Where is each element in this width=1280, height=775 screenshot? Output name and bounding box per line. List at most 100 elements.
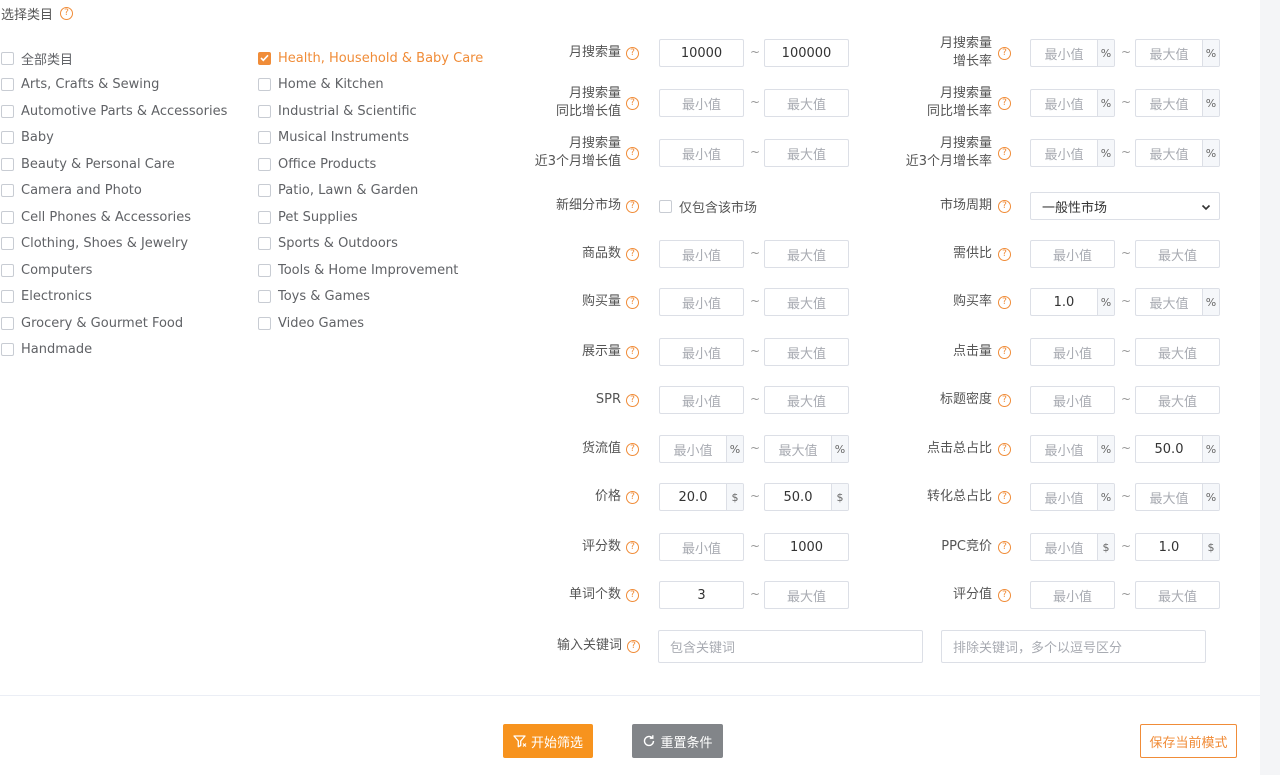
max-input[interactable]: 1000 (764, 533, 849, 561)
help-icon[interactable]: ? (626, 346, 639, 359)
category-checkbox[interactable] (1, 131, 14, 144)
category-checkbox[interactable] (258, 131, 271, 144)
category-checkbox[interactable] (258, 237, 271, 250)
category-checkbox[interactable] (1, 51, 14, 65)
category-checkbox[interactable] (258, 263, 271, 277)
category-checkbox[interactable] (1, 263, 14, 277)
category-item[interactable]: Office Products (258, 155, 376, 173)
reset-button[interactable]: 重置条件 (632, 724, 723, 758)
market-cycle-select[interactable]: 一般性市场 (1030, 192, 1220, 220)
min-input[interactable]: 最小值% (1030, 483, 1115, 511)
min-input[interactable]: 最小值 (659, 240, 744, 268)
help-icon[interactable]: ? (626, 147, 639, 160)
help-icon[interactable]: ? (998, 541, 1011, 554)
max-input[interactable]: 最大值 (1135, 338, 1220, 366)
category-checkbox[interactable] (258, 210, 271, 224)
help-icon[interactable]: ? (626, 296, 639, 309)
max-input[interactable]: 最大值 (764, 288, 849, 316)
category-item[interactable]: Musical Instruments (258, 129, 409, 147)
help-icon[interactable]: ? (626, 541, 639, 554)
min-input[interactable]: 最小值 (659, 386, 744, 414)
category-item[interactable]: Beauty & Personal Care (1, 155, 175, 173)
min-input[interactable]: 3 (659, 581, 744, 609)
category-item[interactable]: Pet Supplies (258, 208, 358, 226)
category-checkbox[interactable] (1, 104, 14, 118)
max-input[interactable]: 最大值 (764, 139, 849, 167)
max-input[interactable]: 1.0 $ (1135, 533, 1220, 561)
category-item[interactable]: Patio, Lawn & Garden (258, 182, 418, 200)
max-input[interactable]: 最大值 (764, 386, 849, 414)
category-checkbox[interactable] (1, 157, 14, 171)
checkbox[interactable] (659, 200, 672, 213)
help-icon[interactable]: ? (998, 47, 1011, 60)
category-checkbox[interactable] (1, 290, 14, 303)
category-item[interactable]: Electronics (1, 288, 92, 306)
category-checkbox[interactable] (258, 104, 271, 118)
help-icon[interactable]: ? (998, 248, 1011, 261)
max-input[interactable]: 最大值% (1135, 139, 1220, 167)
category-item[interactable]: Health, Household & Baby Care (258, 49, 483, 67)
help-icon[interactable]: ? (998, 443, 1011, 456)
min-input[interactable]: 最小值 (1030, 338, 1115, 366)
help-icon[interactable]: ? (626, 589, 639, 602)
help-icon[interactable]: ? (998, 346, 1011, 359)
category-item[interactable]: Home & Kitchen (258, 76, 384, 94)
max-input[interactable]: 最大值 (1135, 581, 1220, 609)
category-item[interactable]: Clothing, Shoes & Jewelry (1, 235, 188, 253)
category-item[interactable]: Baby (1, 129, 54, 147)
category-checkbox[interactable] (1, 316, 14, 330)
category-checkbox[interactable] (258, 157, 271, 171)
category-item[interactable]: Handmade (1, 341, 92, 359)
max-input[interactable]: 最大值 (764, 338, 849, 366)
min-input[interactable]: 最小值 (659, 533, 744, 561)
help-icon[interactable]: ? (998, 491, 1011, 504)
min-input[interactable]: 1.0% (1030, 288, 1115, 316)
category-item[interactable]: Sports & Outdoors (258, 235, 398, 253)
help-icon[interactable]: ? (626, 394, 639, 407)
min-input[interactable]: 20.0 $ (659, 483, 744, 511)
max-input[interactable]: 最大值% (1135, 89, 1220, 117)
category-checkbox[interactable] (258, 78, 271, 91)
category-item[interactable]: Computers (1, 261, 92, 279)
category-item[interactable]: Arts, Crafts & Sewing (1, 76, 159, 94)
min-input[interactable]: 最小值% (1030, 39, 1115, 67)
category-checkbox[interactable] (258, 51, 271, 65)
min-input[interactable]: 最小值 (659, 338, 744, 366)
min-input[interactable]: 最小值 $ (1030, 533, 1115, 561)
category-item[interactable]: Grocery & Gourmet Food (1, 314, 183, 332)
category-item[interactable]: Camera and Photo (1, 182, 142, 200)
help-icon[interactable]: ? (626, 97, 639, 110)
min-input[interactable]: 最小值% (659, 435, 744, 463)
help-icon[interactable]: ? (998, 200, 1011, 213)
category-item[interactable]: Video Games (258, 314, 364, 332)
max-input[interactable]: 最大值 (1135, 240, 1220, 268)
max-input[interactable]: 最大值% (1135, 483, 1220, 511)
min-input[interactable]: 最小值 (1030, 386, 1115, 414)
category-checkbox[interactable] (1, 184, 14, 197)
max-input[interactable]: 最大值% (1135, 288, 1220, 316)
max-input[interactable]: 50.0 $ (764, 483, 849, 511)
min-input[interactable]: 最小值% (1030, 435, 1115, 463)
help-icon[interactable]: ? (998, 296, 1011, 309)
min-input[interactable]: 最小值 (659, 139, 744, 167)
category-checkbox[interactable] (258, 316, 271, 330)
category-checkbox[interactable] (258, 184, 271, 197)
max-input[interactable]: 最大值% (1135, 39, 1220, 67)
category-checkbox[interactable] (1, 343, 14, 356)
help-icon[interactable]: ? (60, 7, 74, 20)
category-item[interactable]: 全部类目 (1, 49, 73, 68)
min-input[interactable]: 最小值 (659, 89, 744, 117)
exclude-keyword-input[interactable]: 排除关键词，多个以逗号区分 (941, 630, 1206, 663)
category-item[interactable]: Tools & Home Improvement (258, 261, 458, 279)
help-icon[interactable]: ? (998, 394, 1011, 407)
category-item[interactable]: Industrial & Scientific (258, 102, 417, 120)
max-input[interactable]: 100000 (764, 39, 849, 67)
category-item[interactable]: Cell Phones & Accessories (1, 208, 191, 226)
help-icon[interactable]: ? (998, 589, 1011, 602)
max-input[interactable]: 最大值% (764, 435, 849, 463)
help-icon[interactable]: ? (626, 200, 639, 213)
category-item[interactable]: Toys & Games (258, 288, 370, 306)
start-filter-button[interactable]: 开始筛选 (503, 724, 593, 758)
help-icon[interactable]: ? (626, 47, 639, 60)
include-keyword-input[interactable]: 包含关键词 (658, 630, 923, 663)
